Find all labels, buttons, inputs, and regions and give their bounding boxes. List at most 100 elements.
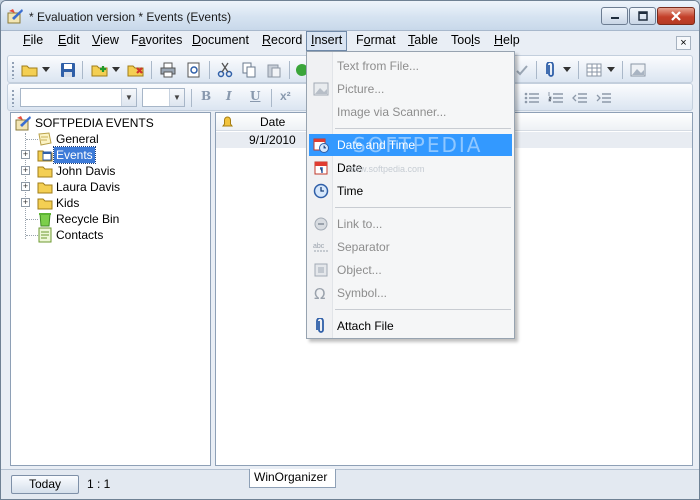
expand-toggle[interactable]: +: [21, 150, 30, 159]
refresh-button[interactable]: [294, 60, 306, 79]
expand-toggle[interactable]: +: [21, 182, 30, 191]
spell-check-button[interactable]: [512, 60, 532, 79]
tree-item[interactable]: + John Davis: [11, 163, 201, 179]
menu-file-rest: ile: [30, 33, 44, 47]
menu-format-rest: rmat: [370, 33, 396, 47]
menu-help[interactable]: Help: [490, 31, 524, 51]
new-record-dropdown[interactable]: [110, 60, 122, 79]
menu-item-time[interactable]: Time: [309, 180, 512, 202]
tab-winorganizer[interactable]: WinOrganizer: [249, 469, 337, 488]
toolbar-grip[interactable]: [11, 61, 15, 79]
tree-item[interactable]: General: [11, 131, 201, 147]
date-time-icon: [313, 138, 329, 153]
menu-item-symbol[interactable]: Ω Symbol...: [309, 282, 512, 304]
menu-insert[interactable]: Insert: [306, 31, 348, 51]
menu-item-label: Picture...: [337, 82, 385, 96]
picture-icon: [313, 82, 329, 96]
increase-indent-button[interactable]: [594, 88, 614, 107]
bullet-list-button[interactable]: [522, 88, 542, 107]
superscript-button[interactable]: x²: [280, 89, 291, 103]
menu-format[interactable]: Format: [352, 31, 400, 51]
tree-item-label: Laura Davis: [56, 180, 121, 194]
toolbar-separator: [151, 61, 152, 79]
menu-format-f: F: [356, 33, 364, 47]
today-button[interactable]: Today: [11, 475, 79, 494]
attach-dropdown[interactable]: [561, 60, 573, 79]
expand-toggle[interactable]: +: [21, 198, 30, 207]
bold-button[interactable]: B: [201, 89, 211, 103]
tree-root[interactable]: SOFTPEDIA EVENTS: [15, 115, 205, 131]
menu-item-attach-file[interactable]: Attach File: [309, 315, 512, 337]
underline-button[interactable]: U: [250, 89, 260, 103]
app-icon: [15, 116, 31, 131]
print-preview-button[interactable]: [184, 60, 204, 79]
decrease-indent-button[interactable]: [570, 88, 590, 107]
menu-file[interactable]: File: [19, 31, 47, 51]
menu-item-image-via-scanner[interactable]: Image via Scanner...: [309, 101, 512, 123]
menu-view[interactable]: View: [88, 31, 123, 51]
tree-item[interactable]: + Laura Davis: [11, 179, 201, 195]
menu-item-picture[interactable]: Picture...: [309, 78, 512, 100]
menu-item-link-to[interactable]: Link to...: [309, 213, 512, 235]
chevron-down-icon: [42, 67, 50, 72]
tree-item[interactable]: Recycle Bin: [11, 211, 201, 227]
menu-tools[interactable]: Tools: [447, 31, 484, 51]
note-icon: [38, 132, 52, 146]
chevron-down-icon: [607, 67, 615, 72]
menu-item-separator[interactable]: abc Separator: [309, 236, 512, 258]
table-dropdown[interactable]: [605, 60, 617, 79]
menu-record[interactable]: Record: [258, 31, 306, 51]
print-button[interactable]: [158, 60, 178, 79]
paste-button[interactable]: [264, 60, 284, 79]
watermark-brand: SOFTPEDIA: [353, 133, 483, 157]
toolbar-separator: [289, 61, 290, 79]
delete-record-button[interactable]: [126, 60, 146, 79]
tree-panel: SOFTPEDIA EVENTS General + Events + John…: [10, 112, 211, 466]
menu-format-mnemonic: o: [363, 33, 371, 47]
outdent-icon: [572, 92, 587, 103]
tree-item[interactable]: + Events: [11, 146, 201, 164]
close-button[interactable]: [657, 7, 695, 25]
expand-toggle[interactable]: +: [21, 166, 30, 175]
menu-table[interactable]: Table: [404, 31, 442, 51]
numbered-list-button[interactable]: [546, 88, 566, 107]
date-icon: [314, 161, 328, 175]
paperclip-icon: [546, 61, 554, 77]
tree-item[interactable]: Contacts: [11, 227, 201, 243]
copy-button[interactable]: [239, 60, 259, 79]
mdi-close-button[interactable]: ×: [676, 36, 691, 50]
open-button[interactable]: [20, 60, 40, 79]
open-dropdown[interactable]: [40, 60, 52, 79]
font-name-combo[interactable]: ▼: [20, 88, 137, 107]
attach-button[interactable]: [541, 60, 561, 79]
toolbar-grip[interactable]: [11, 89, 15, 107]
menu-document[interactable]: Document: [188, 31, 253, 51]
tree-item[interactable]: + Kids: [11, 195, 201, 211]
image-button[interactable]: [628, 60, 648, 79]
menu-favorites-f: F: [131, 33, 139, 47]
folder-icon: [37, 198, 53, 210]
menu-favorites-mnemonic: a: [138, 33, 146, 47]
menu-edit[interactable]: Edit: [54, 31, 84, 51]
menu-item-object[interactable]: Object...: [309, 259, 512, 281]
svg-text:Ω: Ω: [314, 285, 325, 301]
chevron-down-icon[interactable]: ▼: [121, 89, 136, 106]
separator-icon: abc: [313, 243, 328, 252]
maximize-button[interactable]: [629, 7, 656, 25]
font-size-combo[interactable]: ▼: [142, 88, 185, 107]
column-header-date[interactable]: Date: [260, 115, 285, 129]
cut-button[interactable]: [215, 60, 235, 79]
link-icon: [314, 217, 328, 231]
save-button[interactable]: [58, 60, 78, 79]
menu-item-label: Text from File...: [337, 59, 420, 73]
check-icon: [516, 64, 528, 75]
table-button[interactable]: [584, 60, 604, 79]
minimize-button[interactable]: [601, 7, 628, 25]
chevron-down-icon[interactable]: ▼: [169, 89, 184, 106]
new-record-button[interactable]: [90, 60, 110, 79]
bullet-list-icon: [524, 92, 539, 103]
menu-favorites[interactable]: Favorites: [127, 31, 186, 51]
italic-button[interactable]: I: [226, 89, 232, 103]
menu-item-text-from-file[interactable]: Text from File...: [309, 55, 512, 77]
close-icon: [671, 11, 681, 21]
